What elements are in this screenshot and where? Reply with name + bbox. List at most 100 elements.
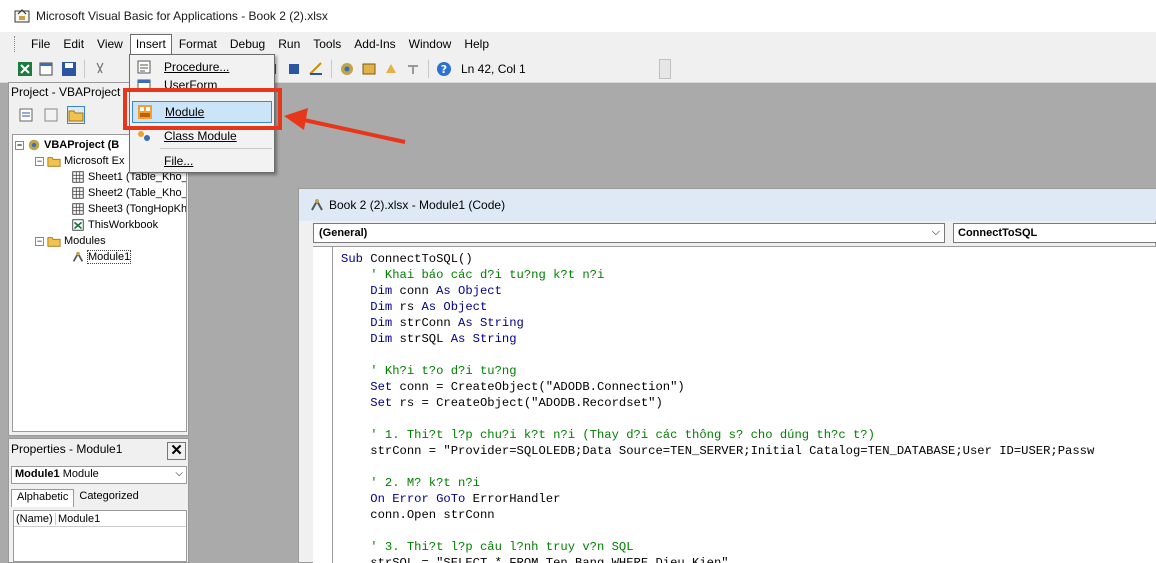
code-line[interactable]: Dim strSQL As String — [341, 331, 1094, 347]
tree-node-module1[interactable]: Module1 — [71, 249, 132, 265]
save-icon[interactable] — [61, 61, 77, 77]
code-line[interactable]: ' Kh?i t?o d?i tu?ng — [341, 363, 1094, 379]
code-line[interactable] — [341, 411, 1094, 427]
worksheet-icon — [72, 203, 84, 215]
insert-userform-icon[interactable] — [39, 61, 55, 77]
properties-window-icon[interactable] — [361, 61, 377, 77]
code-line[interactable]: Dim rs As Object — [341, 299, 1094, 315]
property-name: (Name) — [14, 512, 56, 525]
object-selector[interactable]: Module1 Module ⌵ — [11, 466, 187, 484]
toolbox-icon[interactable] — [405, 61, 421, 77]
code-token: ' 1. Thi?t l?p chu?i k?t n?i (Thay d?i c… — [341, 428, 875, 442]
tree-label: Sheet2 (Table_Kho_ — [88, 187, 187, 199]
code-line[interactable] — [341, 459, 1094, 475]
menu-file[interactable]: File — [25, 35, 56, 53]
code-token: conn = CreateObject("ADODB.Connection") — [399, 380, 685, 394]
collapse-toggle[interactable]: − — [35, 156, 44, 166]
object-name: Module1 — [15, 468, 60, 480]
code-editor[interactable]: Sub ConnectToSQL() ' Khai báo các d?i tu… — [313, 246, 1156, 563]
tree-node-sheet2[interactable]: Sheet2 (Table_Kho_ — [71, 185, 187, 201]
toolbar-separator — [428, 60, 429, 78]
tree-node-microsoft-excel-objects[interactable]: − Microsoft Ex — [35, 153, 125, 169]
close-button[interactable]: ✕ — [167, 442, 186, 460]
code-line[interactable] — [341, 347, 1094, 363]
tab-categorized[interactable]: Categorized — [74, 489, 143, 507]
cut-icon[interactable] — [92, 61, 108, 77]
tree-label: VBAProject (B — [44, 139, 120, 151]
object-browser-icon[interactable] — [383, 61, 399, 77]
blank-icon — [136, 153, 152, 169]
menu-insert[interactable]: Insert — [129, 34, 172, 54]
code-line[interactable]: strConn = "Provider=SQLOLEDB;Data Source… — [341, 443, 1094, 459]
tree-node-sheet3[interactable]: Sheet3 (TongHopKh — [71, 201, 186, 217]
menu-tools[interactable]: Tools — [307, 35, 347, 53]
tab-alphabetic[interactable]: Alphabetic — [11, 489, 75, 507]
help-icon[interactable]: ? — [436, 61, 452, 77]
project-tree[interactable]: − VBAProject (B − Microsoft Ex Sheet1 (T… — [12, 134, 187, 432]
menu-view[interactable]: View — [91, 35, 129, 53]
code-token: Dim — [341, 284, 400, 298]
view-code-icon[interactable] — [18, 107, 34, 123]
code-line[interactable]: Dim strConn As String — [341, 315, 1094, 331]
menu-item-label: Class Module — [164, 129, 237, 143]
excel-view-icon[interactable] — [17, 61, 33, 77]
properties-grid: (Name) Module1 — [13, 510, 187, 562]
code-token: As Object — [421, 300, 488, 314]
code-line[interactable] — [341, 523, 1094, 539]
highlight-annotation-box — [123, 88, 282, 130]
code-line[interactable]: ' 1. Thi?t l?p chu?i k?t n?i (Thay d?i c… — [341, 427, 1094, 443]
code-token: ConnectToSQL() — [370, 252, 473, 266]
code-token: On Error GoTo — [341, 492, 473, 506]
collapse-toggle[interactable]: − — [35, 236, 44, 246]
toolbar-overflow-handle[interactable] — [659, 59, 671, 79]
code-token: strSQL = "SELECT * FROM Ten_Bang WHERE D… — [341, 556, 729, 563]
menu-item-procedure[interactable]: Procedure... — [132, 56, 272, 78]
code-token: Set — [341, 396, 400, 410]
code-line[interactable]: Set conn = CreateObject("ADODB.Connectio… — [341, 379, 1094, 395]
menu-edit[interactable]: Edit — [57, 35, 90, 53]
project-explorer-icon[interactable] — [339, 61, 355, 77]
code-line[interactable]: ' 3. Thi?t l?p câu l?nh truy v?n SQL — [341, 539, 1094, 555]
procedure-combo[interactable]: ConnectToSQL — [953, 223, 1156, 243]
code-token: strConn = "Provider=SQLOLEDB;Data Source… — [341, 444, 1095, 458]
property-value[interactable]: Module1 — [56, 513, 100, 525]
property-row[interactable]: (Name) Module1 — [14, 511, 186, 527]
design-mode-icon[interactable] — [308, 61, 324, 77]
menu-window[interactable]: Window — [403, 35, 458, 53]
menu-format[interactable]: Format — [173, 35, 223, 53]
code-margin[interactable] — [313, 247, 333, 563]
tree-label: Modules — [64, 235, 106, 247]
collapse-toggle[interactable]: − — [15, 140, 24, 150]
view-object-icon[interactable] — [43, 107, 59, 123]
chevron-down-icon: ⌵ — [931, 226, 940, 238]
menu-item-label: Procedure... — [164, 60, 230, 74]
code-line[interactable]: strSQL = "SELECT * FROM Ten_Bang WHERE D… — [341, 555, 1094, 563]
code-token: Sub — [341, 252, 371, 266]
code-line[interactable]: ' 2. M? k?t n?i — [341, 475, 1094, 491]
menu-run[interactable]: Run — [272, 35, 306, 53]
toggle-folders-icon[interactable] — [67, 106, 85, 124]
code-line[interactable]: Set rs = CreateObject("ADODB.Recordset") — [341, 395, 1094, 411]
menu-item-file[interactable]: File... — [132, 150, 272, 172]
object-combo[interactable]: (General) ⌵ — [313, 223, 945, 243]
menu-help[interactable]: Help — [458, 35, 495, 53]
code-window-title: Book 2 (2).xlsx - Module1 (Code) — [329, 198, 506, 212]
code-line[interactable]: ' Khai báo các d?i tu?ng k?t n?i — [341, 267, 1094, 283]
folder-icon — [47, 157, 61, 167]
tree-node-thisworkbook[interactable]: ThisWorkbook — [71, 217, 158, 233]
tree-node-modules[interactable]: − Modules — [35, 233, 106, 249]
tree-node-vbaproject[interactable]: − VBAProject (B — [15, 137, 119, 153]
code-line[interactable]: conn.Open strConn — [341, 507, 1094, 523]
reset-icon[interactable] — [286, 61, 302, 77]
code-line[interactable]: Sub ConnectToSQL() — [341, 251, 1094, 267]
tree-label: Microsoft Ex — [64, 155, 125, 167]
menu-debug[interactable]: Debug — [224, 35, 271, 53]
code-token: strSQL — [399, 332, 451, 346]
code-line[interactable]: On Error GoTo ErrorHandler — [341, 491, 1094, 507]
code-line[interactable]: Dim conn As Object — [341, 283, 1094, 299]
menu-add-ins[interactable]: Add-Ins — [348, 35, 401, 53]
object-type: Module — [62, 468, 99, 480]
annotation-arrow — [284, 108, 406, 144]
code-token: ' Khai báo các d?i tu?ng k?t n?i — [341, 268, 605, 282]
code-token: ErrorHandler — [472, 492, 561, 506]
